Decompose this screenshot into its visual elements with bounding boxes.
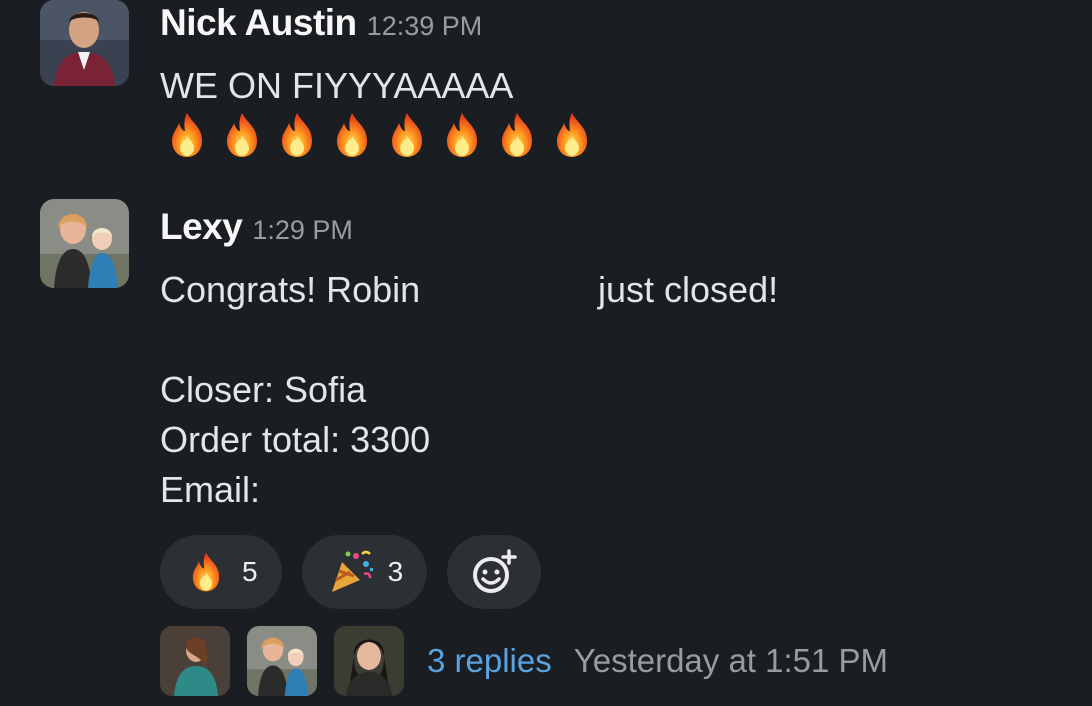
fire-emoji-row [162,110,597,160]
timestamp[interactable]: 12:39 PM [367,11,483,41]
timestamp[interactable]: 1:29 PM [252,215,353,245]
replies-link[interactable]: 3 replies [427,642,552,680]
reaction-party[interactable]: 3 [301,535,428,609]
reaction-fire[interactable]: 5 [160,535,282,609]
add-reaction-button[interactable] [447,535,542,609]
reaction-count: 3 [387,556,404,587]
reaction-count: 5 [242,556,258,587]
fire-icon [492,110,542,160]
author-name[interactable]: Lexy 1:29 PM [160,206,353,248]
avatar [247,626,317,696]
message-text-closed: just closed! [598,269,779,310]
fire-icon [382,110,432,160]
author-name[interactable]: Nick Austin 12:39 PM [160,2,482,44]
avatar[interactable] [40,0,129,86]
party-popper-icon [331,550,373,592]
fire-icon [437,110,487,160]
fire-icon [162,110,212,160]
fire-icon [547,110,597,160]
message-text-closer: Closer: Sofia [160,369,367,410]
message-text: WE ON FIYYYAAAAA [160,65,514,106]
add-reaction-icon [473,549,517,593]
fire-icon [272,110,322,160]
avatar [160,626,230,696]
fire-icon [184,550,228,594]
thread-summary[interactable]: 3 replies Yesterday at 1:51 PM [160,626,888,696]
avatar[interactable] [40,199,129,288]
fire-icon [217,110,267,160]
fire-icon [327,110,377,160]
last-reply-time: Yesterday at 1:51 PM [573,642,889,679]
message-text-congrats: Congrats! Robin [160,269,421,310]
message-text-order-total: Order total: 3300 [160,419,431,460]
reactions-bar: 5 3 [160,535,542,609]
avatar [334,626,404,696]
message-text-email: Email: [160,469,261,510]
